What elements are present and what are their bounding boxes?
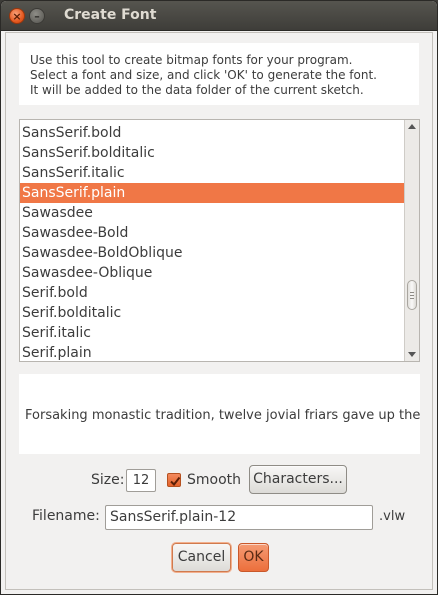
scrollbar-thumb[interactable]: [407, 280, 417, 310]
close-window-button[interactable]: ×: [9, 8, 25, 24]
filename-label: Filename:: [32, 508, 100, 524]
filename-row: Filename: SansSerif.plain-12 .vlw: [6, 504, 434, 532]
instruction-line: Select a font and size, and click 'OK' t…: [30, 68, 377, 82]
size-label: Size:: [91, 472, 125, 488]
size-options-row: Size: 12 Smooth Characters...: [6, 465, 434, 495]
instruction-line: It will be added to the data folder of t…: [30, 83, 364, 97]
cancel-button[interactable]: Cancel: [172, 543, 231, 572]
close-icon: ×: [12, 9, 22, 23]
file-extension-label: .vlw: [379, 509, 406, 524]
scrollbar-track[interactable]: [407, 132, 417, 349]
filename-input[interactable]: SansSerif.plain-12: [105, 505, 373, 530]
font-list-item[interactable]: SansSerif.bold: [20, 123, 404, 143]
font-list-item[interactable]: Serif.plain: [20, 343, 404, 361]
font-list-item[interactable]: SansSerif.italic: [20, 163, 404, 183]
ok-button[interactable]: OK: [238, 543, 269, 572]
grip-line: [410, 292, 414, 293]
font-list-scrollbar[interactable]: [404, 120, 419, 361]
minimize-icon: –: [34, 9, 40, 23]
font-preview: Forsaking monastic tradition, twelve jov…: [19, 374, 420, 454]
instruction-line: Use this tool to create bitmap fonts for…: [30, 53, 353, 67]
characters-button[interactable]: Characters...: [249, 465, 347, 494]
checkmark-icon: [170, 476, 181, 487]
size-input[interactable]: 12: [126, 469, 156, 492]
font-list-item[interactable]: Sawasdee-BoldOblique: [20, 243, 404, 263]
instructions-panel: Use this tool to create bitmap fonts for…: [19, 43, 419, 105]
font-list-item[interactable]: Serif.italic: [20, 323, 404, 343]
font-list-items: SansSerif.bold SansSerif.bolditalic Sans…: [20, 123, 404, 361]
font-list-item[interactable]: Sawasdee-Bold: [20, 223, 404, 243]
smooth-label[interactable]: Smooth: [187, 472, 241, 488]
scroll-up-arrow-icon[interactable]: [408, 124, 416, 129]
scroll-down-arrow-icon[interactable]: [408, 352, 416, 357]
grip-line: [410, 295, 414, 296]
preview-text: Forsaking monastic tradition, twelve jov…: [25, 408, 420, 423]
font-list-item[interactable]: SansSerif.bolditalic: [20, 143, 404, 163]
font-list-item[interactable]: Serif.bolditalic: [20, 303, 404, 323]
grip-line: [410, 298, 414, 299]
font-list-item-selected[interactable]: SansSerif.plain: [20, 183, 404, 203]
font-list-item[interactable]: Serif.bold: [20, 283, 404, 303]
create-font-dialog: × – Create Font Use this tool to create …: [0, 0, 438, 595]
window-title: Create Font: [64, 7, 157, 23]
dialog-content: Use this tool to create bitmap fonts for…: [5, 32, 433, 590]
smooth-checkbox[interactable]: [167, 473, 181, 487]
minimize-window-button[interactable]: –: [29, 8, 45, 24]
font-list-item[interactable]: Sawasdee: [20, 203, 404, 223]
title-bar: × – Create Font: [1, 1, 437, 31]
font-list[interactable]: SansSerif.bold SansSerif.bolditalic Sans…: [19, 119, 420, 362]
font-list-item[interactable]: Sawasdee-Oblique: [20, 263, 404, 283]
